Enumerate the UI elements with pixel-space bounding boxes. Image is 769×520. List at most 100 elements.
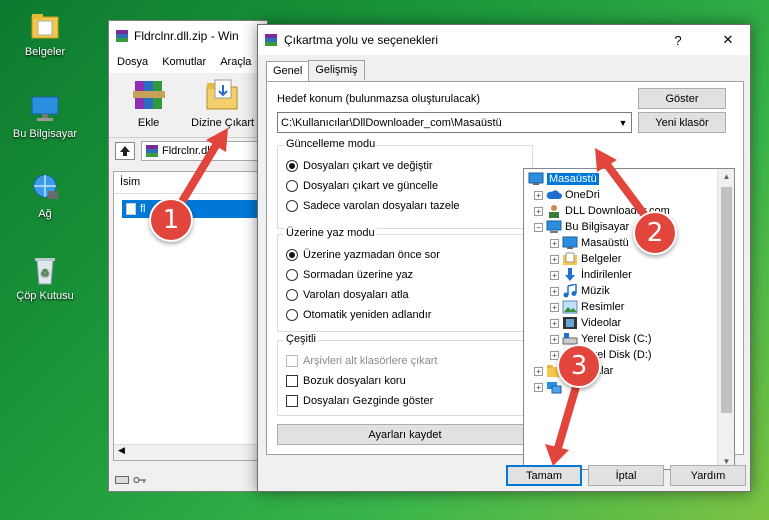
option-label: Arşivleri alt klasörlere çıkart [303, 355, 438, 367]
chevron-down-icon[interactable]: ▼ [615, 118, 631, 128]
expand-icon[interactable]: + [534, 382, 543, 392]
misc-option-subfolders: Arşivleri alt klasörlere çıkart [286, 355, 437, 367]
option-label: Dosyaları çıkart ve değiştir [303, 160, 433, 172]
ok-button[interactable]: Tamam [506, 465, 582, 486]
option-label: Üzerine yazmadan önce sor [303, 249, 440, 261]
desktop-icon [562, 236, 578, 249]
overwrite-mode-option[interactable]: Sormadan üzerine yaz [286, 269, 413, 281]
tab-general[interactable]: Genel [266, 61, 310, 81]
radio-button[interactable] [286, 249, 298, 261]
update-mode-option[interactable]: Dosyaları çıkart ve değiştir [286, 160, 433, 172]
radio-button[interactable] [286, 289, 298, 301]
new-folder-button[interactable]: Yeni klasör [638, 112, 726, 133]
drive-icon [115, 476, 129, 484]
tree-node-downloads[interactable]: + İndirilenler [550, 267, 632, 283]
desktop-icon-documents[interactable]: Belgeler [8, 10, 82, 58]
up-button[interactable] [115, 141, 135, 160]
tree-node-drive-c[interactable]: + Yerel Disk (C:) [550, 331, 652, 347]
tree-vertical-scrollbar[interactable]: ▲ ▼ [717, 169, 734, 469]
checkbox[interactable] [286, 395, 298, 407]
winrar-titlebar[interactable]: Fldrclnr.dll.zip - Win [109, 21, 267, 51]
radio-button[interactable] [286, 160, 298, 172]
desktop-icon-recycle-bin[interactable]: ♻ Çöp Kutusu [8, 254, 82, 302]
target-path-label: Hedef konum (bulunmazsa oluşturulacak) [277, 93, 480, 105]
radio-button[interactable] [286, 309, 298, 321]
update-mode-option[interactable]: Dosyaları çıkart ve güncelle [286, 180, 438, 192]
overwrite-mode-option[interactable]: Varolan dosyaları atla [286, 289, 409, 301]
tree-node-onedrive[interactable]: + OneDri [534, 187, 600, 203]
collapse-icon[interactable]: − [534, 222, 543, 232]
archive-path[interactable]: Fldrclnr.dll. [141, 140, 267, 161]
folder-icon [28, 10, 62, 42]
extract-to-button[interactable]: Dizine Çıkart [188, 77, 257, 133]
expand-icon[interactable]: + [534, 206, 543, 216]
general-tab-panel: Hedef konum (bulunmazsa oluşturulacak) C… [266, 81, 744, 470]
desktop-icon-this-pc[interactable]: Bu Bilgisayar [8, 92, 82, 140]
cancel-button[interactable]: İptal [588, 465, 664, 486]
menu-commands[interactable]: Komutlar [162, 56, 206, 68]
tree-node-desktop-sub[interactable]: + Masaüstü [550, 235, 629, 251]
help-button[interactable]: Yardım [670, 465, 746, 486]
misc-option-keep-broken[interactable]: Bozuk dosyaları koru [286, 375, 406, 387]
expand-icon[interactable]: + [550, 302, 559, 312]
dialog-title: Çıkartma yolu ve seçenekleri [284, 33, 439, 47]
chevron-up-icon[interactable]: ▲ [718, 172, 734, 181]
save-settings-button[interactable]: Ayarları kaydet [277, 424, 533, 445]
dialog-titlebar[interactable]: Çıkartma yolu ve seçenekleri ? ✕ [258, 25, 750, 55]
desktop-icon [528, 172, 544, 185]
winrar-icon [146, 144, 158, 157]
file-icon [126, 203, 136, 215]
folder-tree[interactable]: Masaüstü + OneDri + DLL Downloader.com −… [523, 168, 735, 470]
help-title-button[interactable]: ? [656, 33, 700, 48]
horizontal-scrollbar[interactable]: ◀ [114, 444, 266, 460]
annotation-badge-2: 2 [633, 211, 677, 255]
desktop-icon-label: Bu Bilgisayar [12, 128, 78, 140]
add-button[interactable]: Ekle [119, 77, 178, 133]
overwrite-mode-option[interactable]: Otomatik yeniden adlandır [286, 309, 431, 321]
misc-option-show-in-explorer[interactable]: Dosyaları Gezginde göster [286, 395, 433, 407]
tree-node-network[interactable]: + [534, 379, 565, 395]
expand-icon[interactable]: + [534, 190, 543, 200]
option-label: Sadece varolan dosyaları tazele [303, 200, 460, 212]
tree-node-music[interactable]: + Müzik [550, 283, 610, 299]
misc-group: Çeşitli Arşivleri alt klasörlere çıkart … [277, 333, 533, 416]
extract-options-dialog: Çıkartma yolu ve seçenekleri ? ✕ Genel G… [257, 24, 751, 492]
winrar-menubar: Dosya Komutlar Araçla [109, 51, 267, 73]
show-button[interactable]: Göster [638, 88, 726, 109]
desktop-icon-network[interactable]: Ağ [8, 172, 82, 220]
download-icon [565, 268, 575, 281]
expand-icon[interactable]: + [550, 254, 559, 264]
menu-file[interactable]: Dosya [117, 56, 148, 68]
expand-icon[interactable]: + [550, 286, 559, 296]
expand-icon[interactable]: + [550, 318, 559, 328]
expand-icon[interactable]: + [550, 270, 559, 280]
tree-node-videos[interactable]: + Videolar [550, 315, 621, 331]
documents-icon [563, 252, 577, 265]
desktop-icon-label: Ağ [38, 208, 52, 220]
extract-folder-icon [203, 77, 243, 113]
overwrite-mode-option[interactable]: Üzerine yazmadan önce sor [286, 249, 440, 261]
expand-icon[interactable]: + [550, 334, 559, 344]
radio-button[interactable] [286, 200, 298, 212]
checkbox[interactable] [286, 375, 298, 387]
target-path-combo[interactable]: C:\Kullanıcılar\DllDownloader_com\Masaüs… [277, 112, 632, 133]
archive-path-text: Fldrclnr.dll. [162, 144, 216, 157]
expand-icon[interactable]: + [534, 366, 543, 376]
video-icon [563, 317, 577, 329]
update-mode-option[interactable]: Sadece varolan dosyaları tazele [286, 200, 460, 212]
file-row[interactable]: fl dll [122, 200, 272, 218]
close-icon[interactable]: ✕ [706, 32, 750, 48]
option-label: Dosyaları Gezginde göster [303, 395, 434, 407]
menu-tools[interactable]: Araçla [220, 56, 251, 68]
scrollbar-thumb[interactable] [721, 187, 732, 413]
column-header-name[interactable]: İsim [114, 172, 266, 194]
misc-title: Çeşitli [284, 333, 318, 345]
expand-icon[interactable]: + [550, 238, 559, 248]
tree-node-pictures[interactable]: + Resimler [550, 299, 624, 315]
radio-button[interactable] [286, 269, 298, 281]
tab-advanced[interactable]: Gelişmiş [308, 60, 365, 80]
tree-node-documents[interactable]: + Belgeler [550, 251, 621, 267]
tree-node-desktop[interactable]: Masaüstü [528, 171, 599, 187]
tree-node-this-pc[interactable]: − Bu Bilgisayar [534, 219, 629, 235]
radio-button[interactable] [286, 180, 298, 192]
